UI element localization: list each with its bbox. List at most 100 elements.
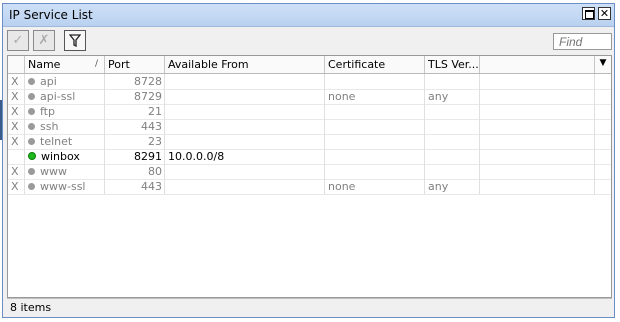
disabled-status-icon <box>28 93 35 100</box>
certificate-cell <box>325 119 425 134</box>
spacer-cell <box>480 119 595 134</box>
port-cell: 8729 <box>105 89 165 104</box>
table-row[interactable]: Xssh 443 <box>8 119 611 135</box>
available-from-cell <box>165 89 325 104</box>
available-from-cell <box>165 134 325 149</box>
check-icon: ✓ <box>12 33 24 48</box>
spacer-cell <box>480 164 595 179</box>
disabled-status-icon <box>28 78 35 85</box>
table-header: Name / Port Available From Certificate T… <box>8 56 611 74</box>
table-row[interactable]: Xtelnet 23 <box>8 134 611 150</box>
filter-icon <box>68 34 82 48</box>
name-cell: api-ssl <box>25 89 105 104</box>
name-cell: telnet <box>25 134 105 149</box>
cross-icon: ✗ <box>38 33 50 48</box>
flag-column-header[interactable] <box>8 56 25 73</box>
certificate-cell <box>325 164 425 179</box>
certificate-cell <box>325 134 425 149</box>
toolbar: ✓ ✗ <box>3 27 614 55</box>
flag-cell: X <box>8 164 25 179</box>
flag-cell: X <box>8 119 25 134</box>
disabled-status-icon <box>28 123 35 130</box>
port-cell: 8291 <box>105 149 165 164</box>
column-header-label: Port <box>108 58 130 71</box>
maximize-icon[interactable] <box>582 7 595 20</box>
column-header-label: Available From <box>168 58 249 71</box>
name-cell: www-ssl <box>25 179 105 194</box>
flag-cell: X <box>8 134 25 149</box>
name-cell: winbox <box>25 149 105 164</box>
disable-button[interactable]: ✗ <box>33 30 55 51</box>
spacer-cell <box>480 104 595 119</box>
available-from-cell <box>165 74 325 89</box>
flag-cell: X <box>8 89 25 104</box>
column-header-available-from[interactable]: Available From <box>165 56 325 73</box>
service-name: ftp <box>40 105 55 118</box>
tls-version-cell <box>425 104 480 119</box>
port-cell: 23 <box>105 134 165 149</box>
find-input[interactable] <box>553 33 612 50</box>
spacer-cell <box>480 74 595 89</box>
name-cell: www <box>25 164 105 179</box>
spacer-cell <box>480 134 595 149</box>
available-from-cell <box>165 104 325 119</box>
filter-button[interactable] <box>64 30 86 51</box>
flag-cell: X <box>8 179 25 194</box>
column-header-label: TLS Ver... <box>428 58 479 71</box>
disabled-status-icon <box>28 138 35 145</box>
column-header-name[interactable]: Name / <box>25 56 105 73</box>
flag-cell: X <box>8 74 25 89</box>
disabled-status-icon <box>28 168 35 175</box>
name-cell: api <box>25 74 105 89</box>
tls-version-cell: any <box>425 89 480 104</box>
ip-service-list-window: IP Service List ✕ ✓ ✗ Name / Port Availa… <box>2 3 615 318</box>
column-header-certificate[interactable]: Certificate <box>325 56 425 73</box>
port-cell: 21 <box>105 104 165 119</box>
table-row[interactable]: Xwww-ssl 443 none any <box>8 179 611 195</box>
certificate-cell <box>325 149 425 164</box>
disabled-status-icon <box>28 108 35 115</box>
column-header-port[interactable]: Port <box>105 56 165 73</box>
table-row[interactable]: Xwww 80 <box>8 164 611 180</box>
close-icon[interactable]: ✕ <box>598 7 611 20</box>
window-titlebar[interactable]: IP Service List ✕ <box>3 4 614 27</box>
certificate-cell <box>325 104 425 119</box>
enable-button[interactable]: ✓ <box>7 30 29 51</box>
available-from-cell <box>165 179 325 194</box>
port-cell: 443 <box>105 179 165 194</box>
table-row[interactable]: Xapi-ssl 8729 none any <box>8 89 611 105</box>
port-cell: 80 <box>105 164 165 179</box>
column-header-label: Name <box>28 58 61 71</box>
service-name: www <box>40 165 67 178</box>
port-cell: 443 <box>105 119 165 134</box>
available-from-cell: 10.0.0.0/8 <box>165 149 325 164</box>
name-cell: ssh <box>25 119 105 134</box>
sort-indicator-icon: / <box>94 59 98 69</box>
service-name: telnet <box>40 135 73 148</box>
tls-version-cell <box>425 119 480 134</box>
window-title: IP Service List <box>9 8 93 22</box>
table-row[interactable]: winbox 8291 10.0.0.0/8 <box>8 149 611 165</box>
service-name: winbox <box>41 150 80 163</box>
certificate-cell <box>325 74 425 89</box>
column-dropdown-icon[interactable]: ▼ <box>594 56 611 73</box>
flag-cell: X <box>8 104 25 119</box>
spacer-cell <box>480 149 595 164</box>
tls-version-cell <box>425 134 480 149</box>
table-row[interactable]: Xapi 8728 <box>8 74 611 90</box>
tls-version-cell <box>425 164 480 179</box>
item-count: 8 items <box>10 301 52 314</box>
name-cell: ftp <box>25 104 105 119</box>
service-name: ssh <box>40 120 59 133</box>
service-name: www-ssl <box>40 180 86 193</box>
port-cell: 8728 <box>105 74 165 89</box>
certificate-cell: none <box>325 89 425 104</box>
available-from-cell <box>165 164 325 179</box>
certificate-cell: none <box>325 179 425 194</box>
table-row[interactable]: Xftp 21 <box>8 104 611 120</box>
column-header-tls-version[interactable]: TLS Ver... <box>425 56 480 73</box>
tls-version-cell: any <box>425 179 480 194</box>
service-name: api-ssl <box>40 90 76 103</box>
enabled-status-icon <box>28 152 36 160</box>
column-header-label: Certificate <box>328 58 386 71</box>
